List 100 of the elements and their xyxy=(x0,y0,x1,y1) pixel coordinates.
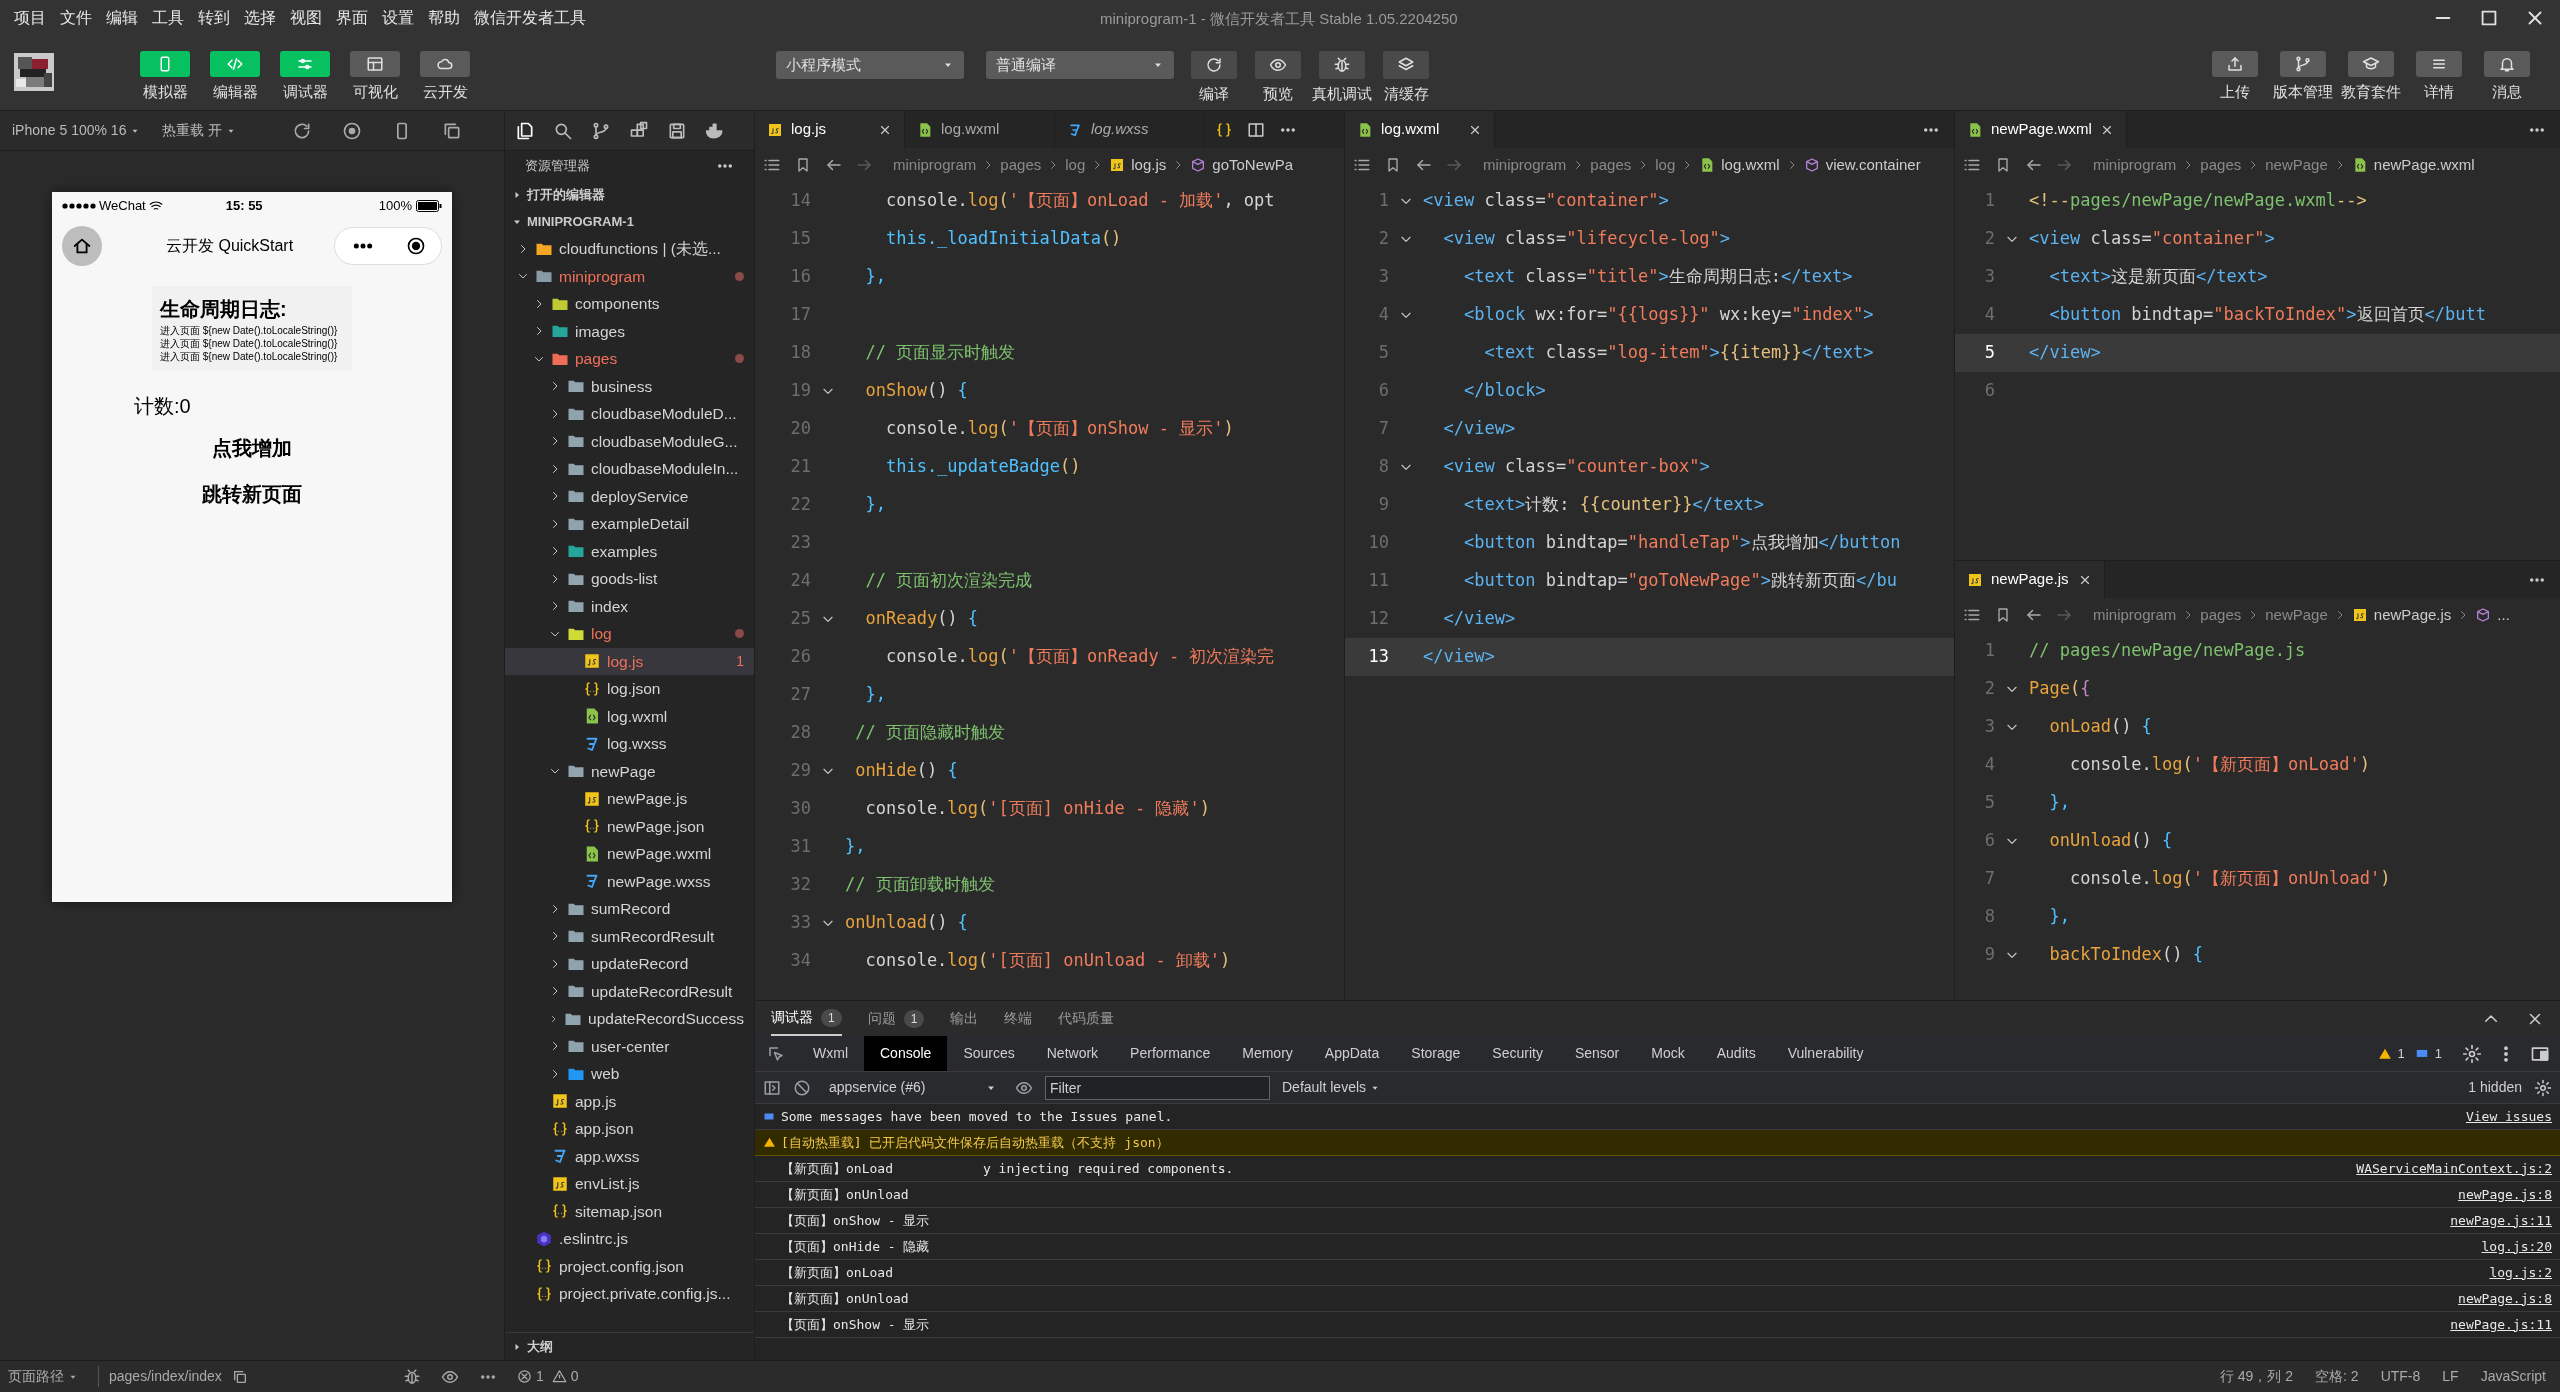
tree-item[interactable]: project.config.json xyxy=(505,1252,754,1280)
mode-dropdown[interactable]: 普通编译 xyxy=(986,51,1174,79)
mode-toggle-button[interactable] xyxy=(280,51,330,77)
panel-tab[interactable]: 输出 xyxy=(950,1001,979,1036)
tree-item[interactable]: business xyxy=(505,372,754,400)
refresh-icon[interactable] xyxy=(292,120,313,141)
page-path-dropdown[interactable]: 页面路径 xyxy=(8,1366,78,1387)
menu-item[interactable]: 项目 xyxy=(14,5,46,30)
hot-reload-dropdown[interactable]: 热重载 开 xyxy=(162,120,237,141)
menu-item[interactable]: 视图 xyxy=(290,5,322,30)
breadcrumb-item[interactable]: ... xyxy=(2497,603,2510,627)
tree-item[interactable]: deployService xyxy=(505,482,754,510)
toolbar-button[interactable] xyxy=(1255,51,1301,79)
page-button[interactable]: 点我增加 xyxy=(212,433,292,463)
tree-item[interactable]: index xyxy=(505,592,754,620)
status-item[interactable]: 行 49，列 2 xyxy=(2219,1366,2294,1387)
tree-item[interactable]: user-center xyxy=(505,1032,754,1060)
editor-tab[interactable]: log.wxss xyxy=(1055,111,1205,148)
menu-item[interactable]: 文件 xyxy=(60,5,92,30)
tree-item[interactable]: log.js 1 xyxy=(505,647,754,675)
mode-toggle-button[interactable] xyxy=(210,51,260,77)
branch-icon[interactable] xyxy=(591,120,611,141)
source-link[interactable]: newPage.js:8 xyxy=(2458,1184,2552,1205)
toolbar-button[interactable] xyxy=(1319,51,1365,79)
tree-item[interactable]: cloudfunctions | (未选... xyxy=(505,235,754,263)
source-link[interactable]: WAServiceMainContext.js:2 xyxy=(2356,1158,2552,1179)
source-link[interactable]: log.js:20 xyxy=(2481,1236,2552,1257)
breadcrumb-item[interactable]: log.js xyxy=(1131,153,1167,177)
toolbar-button[interactable] xyxy=(2416,51,2462,77)
tree-item[interactable]: web xyxy=(505,1060,754,1088)
tree-item[interactable]: miniprogram xyxy=(505,262,754,290)
section-header[interactable]: 打开的编辑器 xyxy=(505,181,754,208)
tree-item[interactable]: log xyxy=(505,620,754,648)
devtools-tab[interactable]: Storage xyxy=(1395,1036,1477,1071)
bookmark-icon[interactable] xyxy=(795,157,811,173)
breadcrumb-item[interactable]: miniprogram xyxy=(2093,603,2177,627)
tree-item[interactable]: images xyxy=(505,317,754,345)
tree-item[interactable]: cloudbaseModuleG... xyxy=(505,427,754,455)
source-link[interactable]: newPage.js:11 xyxy=(2450,1210,2552,1231)
levels-dropdown[interactable]: Default levels xyxy=(1282,1077,1381,1098)
tree-item[interactable]: log.wxss xyxy=(505,730,754,758)
source-link[interactable]: newPage.js:11 xyxy=(2450,1314,2552,1335)
tree-item[interactable]: app.json xyxy=(505,1115,754,1143)
tree-item[interactable]: exampleDetail xyxy=(505,510,754,538)
breadcrumb-item[interactable]: view.container xyxy=(1825,153,1921,177)
breadcrumb-item[interactable]: log xyxy=(1655,153,1676,177)
tree-item[interactable]: app.js xyxy=(505,1087,754,1115)
tree-item[interactable]: cloudbaseModuleD... xyxy=(505,400,754,428)
settings-icon[interactable] xyxy=(2462,1043,2482,1064)
devtools-tab[interactable]: Security xyxy=(1476,1036,1559,1071)
menu-item[interactable]: 微信开发者工具 xyxy=(474,5,586,30)
tree-item[interactable]: envList.js xyxy=(505,1170,754,1198)
breadcrumb-item[interactable]: pages xyxy=(1000,153,1042,177)
context-dropdown[interactable]: appservice (#6) xyxy=(823,1077,1003,1098)
panel-tab[interactable]: 问题 1 xyxy=(867,1001,925,1036)
toolbar-button[interactable] xyxy=(2280,51,2326,77)
toolbar-button[interactable] xyxy=(1383,51,1429,79)
devtools-tab[interactable]: Network xyxy=(1030,1036,1115,1071)
panel-tab[interactable]: 代码质量 xyxy=(1058,1001,1115,1036)
tree-item[interactable]: goods-list xyxy=(505,565,754,593)
breadcrumb-item[interactable]: newPage xyxy=(2265,153,2328,177)
breadcrumb-item[interactable]: log xyxy=(1065,153,1086,177)
tree-item[interactable]: .eslintrc.js xyxy=(505,1225,754,1253)
files-icon[interactable] xyxy=(515,120,535,141)
devtools-tab[interactable]: Audits xyxy=(1700,1036,1772,1071)
bookmark-icon[interactable] xyxy=(1995,607,2011,623)
source-link[interactable]: View issues xyxy=(2465,1106,2552,1127)
home-button[interactable] xyxy=(62,226,102,266)
capsule-button[interactable] xyxy=(334,227,442,265)
device-dropdown[interactable]: iPhone 5 100% 16 xyxy=(12,120,141,141)
tree-item[interactable]: app.wxss xyxy=(505,1142,754,1170)
tree-item[interactable]: updateRecord xyxy=(505,950,754,978)
breadcrumb-item[interactable]: pages xyxy=(2200,153,2242,177)
tree-item[interactable]: log.wxml xyxy=(505,702,754,730)
tree-item[interactable]: sitemap.json xyxy=(505,1197,754,1225)
devtools-tab[interactable]: Console xyxy=(864,1036,948,1071)
tree-item[interactable]: newPage.wxss xyxy=(505,867,754,895)
status-item[interactable]: LF xyxy=(2442,1366,2459,1387)
status-item[interactable]: JavaScript xyxy=(2480,1366,2546,1387)
breadcrumb-item[interactable]: log.wxml xyxy=(1721,153,1780,177)
section-header[interactable]: MINIPROGRAM-1 xyxy=(505,208,754,235)
menu-item[interactable]: 选择 xyxy=(244,5,276,30)
tree-item[interactable]: log.json xyxy=(505,675,754,703)
stop-icon[interactable] xyxy=(342,120,363,141)
devtools-tab[interactable]: Mock xyxy=(1635,1036,1701,1071)
editor-tab[interactable]: log.wxml xyxy=(1345,111,1495,148)
clear-icon[interactable] xyxy=(793,1078,811,1097)
filter-field[interactable]: Filter xyxy=(1045,1075,1270,1100)
breadcrumb-item[interactable]: pages xyxy=(2200,603,2242,627)
devtools-tab[interactable]: Vulnerability xyxy=(1771,1036,1880,1071)
devtools-tab[interactable]: Wxml xyxy=(797,1036,864,1071)
editor-tab[interactable]: newPage.js xyxy=(1955,561,2105,598)
devtools-tab[interactable]: AppData xyxy=(1308,1036,1396,1071)
tree-item[interactable]: cloudbaseModuleIn... xyxy=(505,455,754,483)
menu-item[interactable]: 帮助 xyxy=(428,5,460,30)
panel-tab[interactable]: 终端 xyxy=(1004,1001,1033,1036)
breadcrumb-item[interactable]: miniprogram xyxy=(2093,153,2177,177)
source-link[interactable]: newPage.js:8 xyxy=(2458,1288,2552,1309)
breadcrumb-item[interactable]: newPage.wxml xyxy=(2373,153,2475,177)
tree-item[interactable]: newPage xyxy=(505,757,754,785)
